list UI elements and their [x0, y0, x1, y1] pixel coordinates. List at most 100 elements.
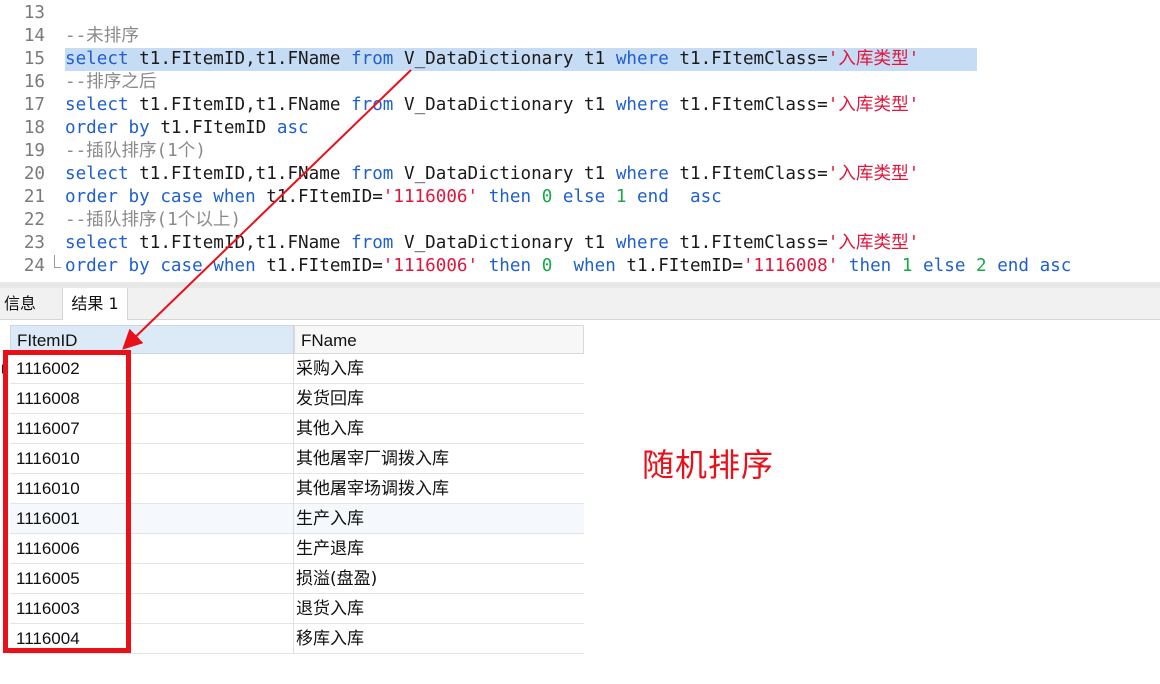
code-line[interactable]: 18 order by t1.FItemID asc	[0, 117, 1160, 140]
cell-fname[interactable]: 其他屠宰厂调拨入库	[296, 444, 449, 474]
code-token: '入库类型'	[827, 164, 920, 184]
code-token: else	[912, 256, 977, 276]
cell-fname[interactable]: 退货入库	[296, 594, 364, 624]
code-token: --插队排序(1个以上)	[65, 210, 242, 230]
highlight-box	[3, 350, 131, 653]
code-token: where	[615, 233, 669, 253]
code-text: order by case when t1.FItemID='1116006' …	[65, 186, 722, 209]
line-number: 19	[23, 141, 45, 161]
code-token: '1116008'	[742, 256, 839, 276]
column-header-fname[interactable]: FName	[294, 325, 584, 354]
code-token: 1	[615, 187, 627, 207]
code-token: V_DataDictionary t1	[393, 49, 616, 69]
cell-fname[interactable]: 损溢(盘盈)	[296, 564, 377, 594]
line-number: 21	[23, 187, 45, 207]
code-token: select	[65, 95, 129, 115]
column-divider	[293, 354, 294, 654]
code-token: 2	[976, 256, 987, 276]
code-token: t1.FItemClass=	[668, 233, 828, 253]
code-token: where	[615, 164, 669, 184]
code-token: t1.FItemID,t1.FName	[128, 233, 352, 253]
code-text: select t1.FItemID,t1.FName from V_DataDi…	[65, 48, 919, 71]
code-text: order by t1.FItemID asc	[65, 117, 309, 140]
code-token: t1.FItemID,t1.FName	[128, 164, 352, 184]
cell-fname[interactable]: 其他屠宰场调拨入库	[296, 474, 449, 504]
code-token: order by	[65, 118, 150, 138]
line-number: 18	[23, 118, 45, 138]
fold-marker-icon	[54, 255, 61, 268]
code-line[interactable]: 17 select t1.FItemID,t1.FName from V_Data…	[0, 94, 1160, 117]
cell-fname[interactable]: 发货回库	[296, 384, 364, 414]
tab-info[interactable]: 信息	[4, 288, 54, 319]
tab-result-1[interactable]: 结果 1	[62, 288, 128, 320]
cell-fname[interactable]: 其他入库	[296, 414, 364, 444]
code-token: '入库类型'	[827, 233, 920, 253]
code-line[interactable]: 20 select t1.FItemID,t1.FName from V_Data…	[0, 163, 1160, 186]
cell-fname[interactable]: 移库入库	[296, 624, 364, 654]
code-token: from	[351, 233, 394, 253]
code-token: --未排序	[65, 26, 139, 46]
code-text: --插队排序(1个)	[65, 140, 206, 163]
code-token: select	[65, 233, 129, 253]
line-number: 15	[23, 49, 45, 69]
cell-fname[interactable]: 采购入库	[296, 354, 364, 384]
code-token: t1.FItemID,t1.FName	[128, 49, 352, 69]
code-token: t1.FItemClass=	[668, 95, 828, 115]
code-token: t1.FItemID	[149, 118, 277, 138]
code-token: order by case when	[65, 187, 256, 207]
code-token: t1.FItemID=	[255, 187, 383, 207]
code-token: else	[552, 187, 616, 207]
code-token: from	[351, 164, 394, 184]
code-line[interactable]: 16 --排序之后	[0, 71, 1160, 94]
code-line[interactable]: 13	[0, 2, 1160, 25]
code-token: where	[615, 49, 669, 69]
code-line[interactable]: 24 order by case when t1.FItemID='1116006…	[0, 255, 1160, 278]
code-text: --排序之后	[65, 71, 157, 94]
code-token: from	[351, 95, 394, 115]
code-token: '入库类型'	[827, 95, 920, 115]
code-line[interactable]: 22 --插队排序(1个以上)	[0, 209, 1160, 232]
code-line[interactable]: 21 order by case when t1.FItemID='1116006…	[0, 186, 1160, 209]
code-text: select t1.FItemID,t1.FName from V_DataDi…	[65, 163, 919, 186]
cell-fname[interactable]: 生产退库	[296, 534, 364, 564]
code-text: order by case when t1.FItemID='1116006' …	[65, 255, 1071, 278]
code-text: select t1.FItemID,t1.FName from V_DataDi…	[65, 94, 919, 117]
line-number: 23	[23, 233, 45, 253]
code-line[interactable]: 19 --插队排序(1个)	[0, 140, 1160, 163]
code-token: order by case when	[65, 256, 256, 276]
line-number: 16	[23, 72, 45, 92]
line-number: 13	[23, 3, 45, 23]
code-line[interactable]: 15 select t1.FItemID,t1.FName from V_Data…	[0, 48, 1160, 71]
line-number: 24	[23, 256, 45, 276]
code-line[interactable]: 14 --未排序	[0, 25, 1160, 48]
code-token: then	[478, 256, 542, 276]
code-token: when	[552, 256, 616, 276]
code-token: t1.FItemClass=	[668, 164, 828, 184]
code-line[interactable]: 23 select t1.FItemID,t1.FName from V_Data…	[0, 232, 1160, 255]
code-token: then	[838, 256, 902, 276]
line-number: 20	[23, 164, 45, 184]
code-token: V_DataDictionary t1	[393, 233, 616, 253]
line-number: 22	[23, 210, 45, 230]
code-token: asc	[276, 118, 309, 138]
code-token: V_DataDictionary t1	[393, 164, 616, 184]
code-token: select	[65, 49, 129, 69]
code-token: V_DataDictionary t1	[393, 95, 616, 115]
line-number: 17	[23, 95, 45, 115]
annotation-note: 随机排序	[642, 446, 775, 484]
code-token: t1.FItemID=	[255, 256, 383, 276]
code-token: 1	[901, 256, 913, 276]
code-token: t1.FItemID,t1.FName	[128, 95, 352, 115]
code-text: --插队排序(1个以上)	[65, 209, 241, 232]
code-token: end asc	[626, 187, 722, 207]
code-token: '1116006'	[382, 187, 479, 207]
sql-editor[interactable]: 13 14 --未排序 15 select t1.FItemID,t1.FName fr…	[0, 0, 1160, 282]
code-text: --未排序	[65, 25, 139, 48]
cell-fname[interactable]: 生产入库	[296, 504, 364, 534]
code-token: '1116006'	[382, 256, 479, 276]
code-token: --排序之后	[65, 72, 157, 92]
line-number: 14	[23, 26, 45, 46]
code-token: t1.FItemClass=	[668, 49, 828, 69]
code-token: 0	[541, 256, 553, 276]
result-tabs: 信息 结果 1	[0, 288, 1160, 320]
